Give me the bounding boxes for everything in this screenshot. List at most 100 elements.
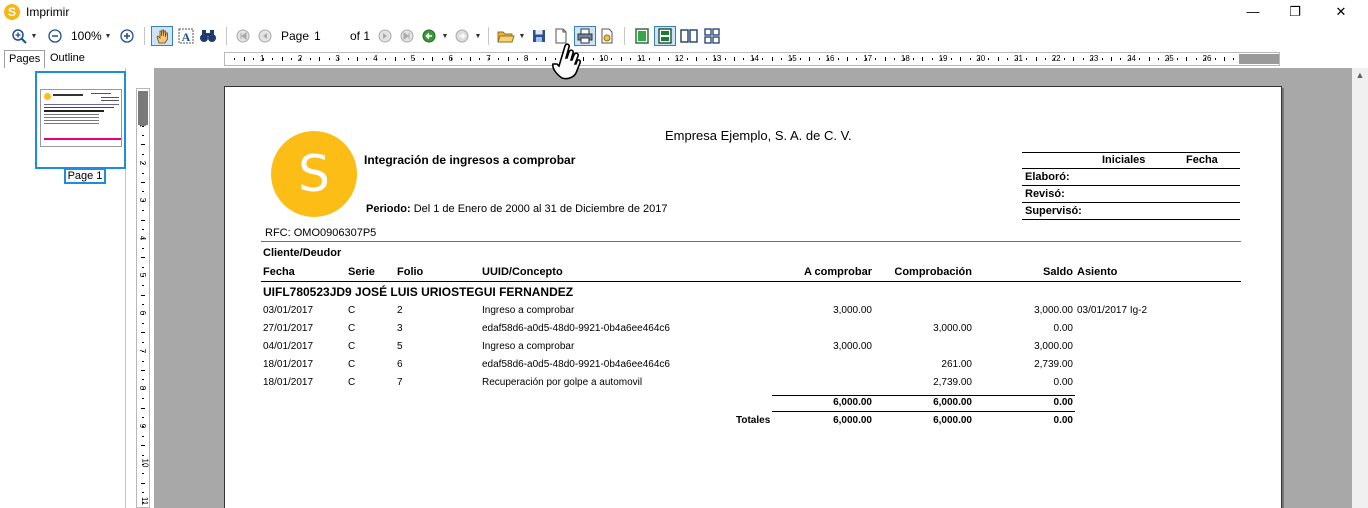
row-serie: C <box>348 377 356 388</box>
last-page-icon <box>400 29 414 43</box>
first-page-button[interactable] <box>234 26 252 46</box>
column-serie: Serie <box>348 266 375 278</box>
hand-icon <box>156 29 168 44</box>
ruler-number: 15 <box>787 54 797 63</box>
hand-tool-button[interactable] <box>151 26 173 46</box>
toolbar: ▼ 100% ▼ A Page of 1 <box>0 24 1368 48</box>
ruler-number: 10 <box>140 458 150 468</box>
ruler-number: 20 <box>976 54 986 63</box>
ruler-number: 17 <box>863 54 873 63</box>
page-number-input[interactable] <box>312 27 342 45</box>
side-pane-tabs: Pages Outline <box>0 48 152 68</box>
subtotal-line-bottom <box>772 411 1075 412</box>
row-saldo: 3,000.00 <box>1034 341 1073 352</box>
minimize-button[interactable]: — <box>1230 0 1276 24</box>
export-button[interactable] <box>598 26 616 46</box>
two-pages-view-button[interactable] <box>679 26 699 46</box>
row-concepto: edaf58d6-a0d5-48d0-9921-0b4a6ee464c6 <box>482 323 670 334</box>
ruler-number: 22 <box>1051 54 1061 63</box>
export-page-icon <box>601 28 613 44</box>
subtotal-saldo: 0.00 <box>1053 397 1073 408</box>
zoom-out-button[interactable] <box>46 26 64 46</box>
header-divider <box>261 241 1241 242</box>
continuous-page-icon <box>658 28 672 44</box>
previous-page-button[interactable] <box>256 26 274 46</box>
ruler-number: 9 <box>138 423 148 429</box>
tab-pages[interactable]: Pages <box>4 50 46 68</box>
tab-outline[interactable]: Outline <box>46 50 89 68</box>
ruler-number: 2 <box>297 54 303 63</box>
history-forward-button[interactable] <box>453 26 471 46</box>
single-page-view-button[interactable] <box>632 26 652 46</box>
multiple-pages-view-button[interactable] <box>702 26 722 46</box>
zoom-in-icon <box>12 29 27 44</box>
open-button[interactable] <box>496 26 516 46</box>
total-a-comprobar: 6,000.00 <box>833 415 872 426</box>
row-a-comprobar: 3,000.00 <box>833 341 872 352</box>
history-forward-dropdown-icon[interactable]: ▼ <box>474 26 482 46</box>
ruler-number: 4 <box>373 54 378 63</box>
period-value: Del 1 de Enero de 2000 al 31 de Diciembr… <box>413 203 668 215</box>
ruler-number: 19 <box>938 54 948 63</box>
open-dropdown-icon[interactable]: ▼ <box>518 26 526 46</box>
signature-date-header: Fecha <box>1186 154 1218 166</box>
back-arrow-icon <box>422 29 436 43</box>
first-page-icon <box>236 29 250 43</box>
vertical-ruler: 1 2 3 4 5 6 7 8 9 10 11 <box>136 88 150 508</box>
ruler-number: 13 <box>712 54 722 63</box>
multiple-pages-icon <box>704 28 720 44</box>
zoom-plus-button[interactable] <box>118 26 136 46</box>
ruler-number: 2 <box>138 160 148 165</box>
ruler-number: 8 <box>138 385 148 391</box>
signature-row-reviso: Revisó: <box>1025 188 1065 200</box>
binoculars-icon <box>200 30 216 42</box>
two-pages-icon <box>680 29 698 43</box>
row-comprobacion: 2,739.00 <box>933 377 972 388</box>
continuous-view-button[interactable] <box>654 26 676 46</box>
column-uuid: UUID/Concepto <box>482 266 563 278</box>
ruler-number: 24 <box>1127 54 1136 63</box>
ruler-number: 11 <box>140 496 150 506</box>
find-button[interactable] <box>198 26 218 46</box>
zoom-in-button[interactable] <box>10 26 28 46</box>
rfc-label: RFC: OMO0906307P5 <box>265 227 377 239</box>
next-page-button[interactable] <box>376 26 394 46</box>
zoom-in-dropdown-icon[interactable]: ▼ <box>30 26 38 46</box>
close-button[interactable]: ✕ <box>1318 0 1364 24</box>
zoom-dropdown-icon[interactable]: ▼ <box>104 26 112 46</box>
ruler-number: 7 <box>486 54 491 63</box>
preview-area: S Empresa Ejemplo, S. A. de C. V. Integr… <box>154 68 1352 508</box>
vertical-scrollbar[interactable]: ▲ <box>1352 68 1368 508</box>
zoom-plus-icon <box>120 29 134 43</box>
total-comprobacion: 6,000.00 <box>933 415 972 426</box>
subtotal-a-comprobar: 6,000.00 <box>833 397 872 408</box>
column-folio: Folio <box>397 266 424 278</box>
thumbnail-label: Page 1 <box>64 168 106 184</box>
row-fecha: 18/01/2017 <box>263 359 314 370</box>
scroll-up-icon[interactable]: ▲ <box>1352 70 1368 84</box>
subtotal-line-top <box>772 395 1075 396</box>
report-title: Integración de ingresos a comprobar <box>364 153 576 167</box>
ruler-number: 3 <box>335 54 340 63</box>
total-saldo: 0.00 <box>1053 415 1073 426</box>
row-serie: C <box>348 359 356 370</box>
ruler-number: 6 <box>448 54 453 63</box>
row-comprobacion: 3,000.00 <box>933 323 972 334</box>
row-serie: C <box>348 323 356 334</box>
row-saldo: 0.00 <box>1053 377 1073 388</box>
ruler-slider[interactable] <box>138 91 148 125</box>
thumbnail-preview <box>40 89 122 147</box>
row-comprobacion: 261.00 <box>941 359 972 370</box>
maximize-button[interactable]: ❐ <box>1272 0 1318 24</box>
ruler-margin-marker[interactable] <box>1239 54 1279 64</box>
history-back-button[interactable] <box>420 26 438 46</box>
subtotal-comprobacion: 6,000.00 <box>933 397 972 408</box>
page-thumbnail[interactable] <box>35 71 126 169</box>
last-page-button[interactable] <box>398 26 416 46</box>
previous-page-icon <box>258 29 272 43</box>
history-back-dropdown-icon[interactable]: ▼ <box>441 26 449 46</box>
ruler-number: 5 <box>410 54 416 63</box>
save-button[interactable] <box>530 26 548 46</box>
zoom-level[interactable]: 100% <box>71 28 102 44</box>
text-select-button[interactable]: A <box>176 26 196 46</box>
